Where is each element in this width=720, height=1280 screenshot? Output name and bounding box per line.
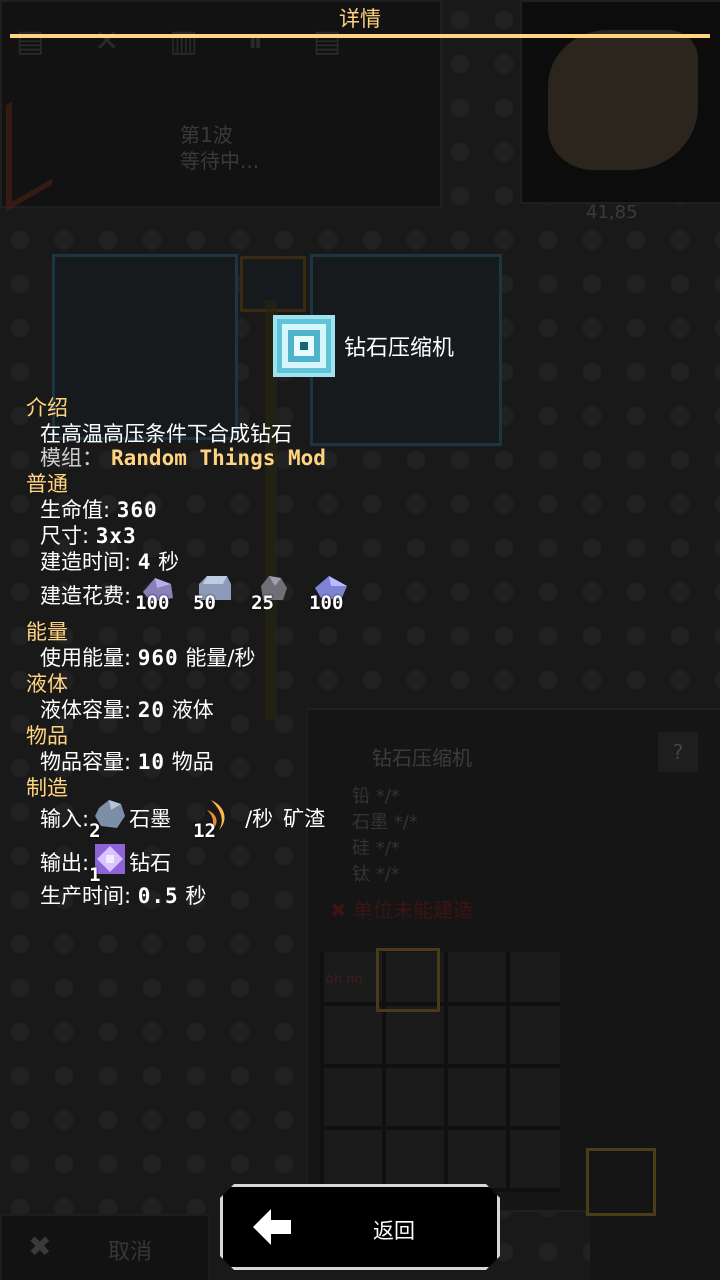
back-button-label: 返回 (373, 1219, 415, 1243)
dialog-header: 详情 (0, 0, 720, 40)
craft-time-stat: 生产时间: 0.5 秒 (40, 884, 207, 908)
close-icon: ✖ (28, 1230, 52, 1263)
mod-info: 模组： Random Things Mod (40, 442, 326, 472)
category-selection (586, 1148, 656, 1216)
crafting-output-row: 输出: 1 钻石 (40, 842, 171, 886)
block-preview (52, 254, 238, 440)
block-grid-selection (376, 948, 440, 1012)
block-grid: oh no (320, 952, 560, 1192)
cost-item: 100 (309, 574, 363, 622)
back-button[interactable]: 返回 (220, 1184, 500, 1270)
mod-name: Random Things Mod (111, 446, 326, 470)
dialog-title: 详情 (339, 7, 381, 31)
build-cost-row: 建造花费: 100 50 25 100 (40, 574, 367, 622)
cost-item: 25 (251, 574, 305, 622)
diamond-compressor-icon (272, 314, 336, 378)
cost-item: 100 (135, 574, 189, 622)
block-info-title: 钻石压缩机 (372, 746, 472, 770)
output-item: 1 (89, 842, 127, 886)
input-item: 12 (193, 798, 237, 842)
block-name: 钻石压缩机 (344, 336, 455, 361)
block-info-warning: ✖ 单位未能建造 (330, 898, 474, 922)
build-time-stat: 建造时间: 4 秒 (40, 550, 180, 574)
cancel-label: 取消 (108, 1240, 153, 1265)
block-info-requirements: 铅 */* 石墨 */* 硅 */* 钛 */* (352, 786, 418, 885)
help-button: ? (658, 732, 698, 772)
mod-label: 模组： (40, 446, 103, 470)
crafting-input-row: 输入: 2 石墨 12 /秒 矿渣 (40, 798, 325, 842)
header-divider (10, 34, 710, 38)
minimap-terrain (548, 30, 698, 170)
background-scene: ▤✕▥⏸▤ 第1波 等待中... 41,85 钻石压缩机 铅 */* 石墨 */… (0, 0, 720, 1280)
power-use-stat: 使用能量: 960 能量/秒 (40, 646, 256, 670)
output-label: 输出: (40, 851, 90, 875)
input-item: 2 (89, 798, 127, 842)
arrow-left-icon (253, 1209, 293, 1245)
wave-status: 第1波 等待中... (180, 123, 260, 173)
cost-item: 50 (193, 574, 247, 622)
input-label: 输入: (40, 807, 90, 831)
build-cost-label: 建造花费: (40, 584, 132, 608)
coordinates: 41,85 (586, 202, 638, 223)
block-header: 钻石压缩机 (272, 314, 454, 378)
category-icons (590, 950, 720, 1280)
